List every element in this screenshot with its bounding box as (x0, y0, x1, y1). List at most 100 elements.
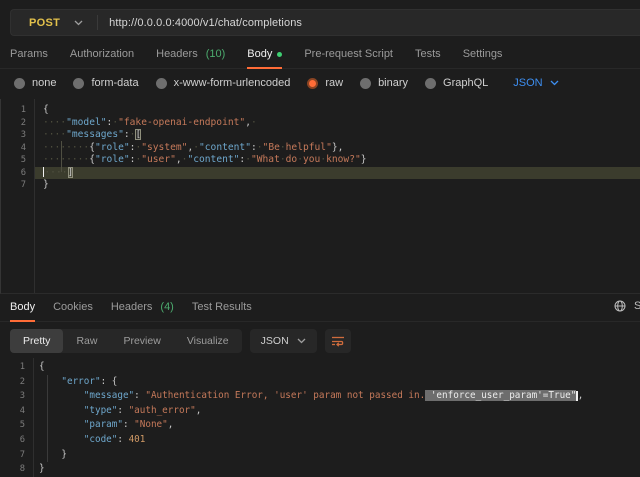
tab-pre-request-script[interactable]: Pre-request Script (304, 48, 393, 60)
radio-form-data[interactable]: form-data (73, 77, 138, 89)
code-line[interactable]: 6 "code": 401 (0, 433, 640, 448)
line-number: 6 (0, 433, 33, 448)
response-headers-count: (4) (160, 301, 173, 313)
radio-binary[interactable]: binary (360, 77, 408, 89)
tab-authorization[interactable]: Authorization (70, 48, 134, 60)
radio-icon (360, 78, 371, 89)
code-line[interactable]: 5········{"role":·"user",·"content":·"Wh… (1, 154, 640, 167)
radio-icon (156, 78, 167, 89)
indent-guide (47, 375, 48, 462)
code-line[interactable]: 4 "type": "auth_error", (0, 404, 640, 419)
code-line[interactable]: 2····"model":·"fake-openai-endpoint",· (1, 117, 640, 130)
line-number: 1 (0, 360, 33, 375)
code-token: , (578, 390, 584, 401)
radio-raw[interactable]: raw (307, 77, 343, 89)
radio-graphql[interactable]: GraphQL (425, 77, 488, 89)
postman-window: { "request_bar": { "method": "POST", "ur… (0, 9, 640, 477)
code-line[interactable]: 7 } (0, 448, 640, 463)
tab-response-body[interactable]: Body (10, 301, 35, 313)
code-token: ···· (44, 167, 67, 178)
request-language-dropdown[interactable]: JSON (513, 77, 558, 89)
tab-response-headers[interactable]: Headers(4) (111, 301, 174, 313)
response-tabs: Body Cookies Headers(4) Test Results St (0, 301, 640, 322)
method-selector[interactable]: POST (11, 17, 97, 29)
method-label: POST (29, 17, 60, 29)
line-number: 5 (1, 154, 34, 167)
indent-guide (61, 141, 62, 172)
view-pretty[interactable]: Pretty (10, 329, 63, 353)
code-token: "message" (84, 390, 134, 401)
code-token: } (43, 179, 49, 190)
tab-tests[interactable]: Tests (415, 48, 441, 60)
code-line[interactable]: 8} (0, 462, 640, 477)
code-token: "type" (84, 405, 118, 416)
code-line[interactable]: 3····"messages":·[ (1, 129, 640, 142)
line-number: 3 (0, 389, 33, 404)
line-number: 2 (1, 117, 34, 130)
line-number: 4 (1, 142, 34, 155)
line-number: 6 (1, 167, 34, 180)
code-token: · (251, 117, 257, 128)
request-tabs: Params Authorization Headers(10) Body Pr… (0, 48, 640, 69)
line-number: 1 (1, 104, 34, 117)
code-line[interactable]: 3 "message": "Authentication Error, 'use… (0, 389, 640, 404)
tab-headers[interactable]: Headers(10) (156, 48, 225, 60)
wrap-lines-button[interactable] (325, 329, 351, 353)
radio-none[interactable]: none (14, 77, 56, 89)
code-token (39, 405, 84, 416)
url-input[interactable]: http://0.0.0.0:4000/v1/chat/completions (98, 17, 302, 29)
chevron-down-icon (74, 20, 83, 26)
view-visualize[interactable]: Visualize (174, 329, 242, 353)
code-token: , (196, 405, 202, 416)
radio-selected-icon (307, 78, 318, 89)
chevron-down-icon (550, 80, 559, 86)
code-token: { (43, 104, 49, 115)
tab-cookies[interactable]: Cookies (53, 301, 93, 313)
code-token: "param" (84, 419, 123, 430)
view-raw[interactable]: Raw (63, 329, 110, 353)
tab-body[interactable]: Body (247, 48, 282, 60)
code-token: ···· (43, 129, 66, 140)
code-token: } (39, 463, 45, 474)
code-line[interactable]: 2 "error": { (0, 375, 640, 390)
code-token: ] (68, 167, 74, 178)
code-token: : { (101, 376, 118, 387)
chevron-down-icon (297, 338, 306, 344)
code-line[interactable]: 7} (1, 179, 640, 192)
code-token: : (117, 434, 128, 445)
line-number: 8 (0, 462, 33, 477)
code-line[interactable]: 5 "param": "None", (0, 418, 640, 433)
response-language-dropdown[interactable]: JSON (250, 329, 317, 353)
response-header-right: St (614, 300, 640, 312)
radio-icon (14, 78, 25, 89)
code-token: do (286, 154, 298, 165)
headers-count: (10) (206, 48, 226, 60)
code-token: "user" (141, 154, 176, 165)
request-body-editor[interactable]: 1{2····"model":·"fake-openai-endpoint",·… (0, 99, 640, 294)
body-type-bar: none form-data x-www-form-urlencoded raw… (0, 69, 640, 97)
code-token (39, 434, 84, 445)
wrap-text-icon (331, 335, 345, 348)
response-body-editor[interactable]: 1{2 "error": {3 "message": "Authenticati… (0, 358, 640, 477)
view-preview[interactable]: Preview (110, 329, 173, 353)
tab-settings[interactable]: Settings (463, 48, 503, 60)
radio-x-www-form-urlencoded[interactable]: x-www-form-urlencoded (156, 77, 291, 89)
tab-test-results[interactable]: Test Results (192, 301, 252, 313)
code-line[interactable]: 1{ (0, 360, 640, 375)
line-number: 5 (0, 418, 33, 433)
code-token: 401 (129, 434, 146, 445)
code-token: "fake-openai-endpoint" (118, 117, 245, 128)
code-token: "messages" (66, 129, 124, 140)
code-line[interactable]: 6 ····] (1, 167, 640, 180)
response-toolbar: Pretty Raw Preview Visualize JSON (10, 329, 640, 353)
code-token: ···· (43, 117, 66, 128)
globe-icon[interactable] (614, 300, 626, 312)
tab-params[interactable]: Params (10, 48, 48, 60)
code-line[interactable]: 1{ (1, 104, 640, 117)
code-token: "code" (84, 434, 118, 445)
view-switcher: Pretty Raw Preview Visualize (10, 329, 242, 353)
code-line[interactable]: 4········{"role":·"system",·"content":·"… (1, 142, 640, 155)
code-token: : (123, 419, 134, 430)
code-token: "auth_error" (129, 405, 196, 416)
line-number: 3 (1, 129, 34, 142)
